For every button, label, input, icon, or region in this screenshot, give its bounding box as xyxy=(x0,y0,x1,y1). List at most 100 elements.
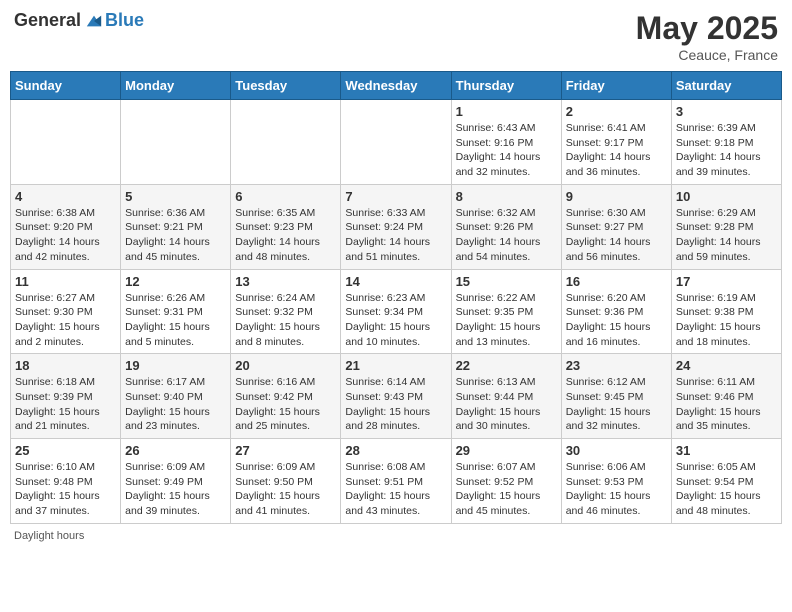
logo: General Blue xyxy=(14,10,144,31)
day-info: Sunrise: 6:41 AM Sunset: 9:17 PM Dayligh… xyxy=(566,121,667,180)
day-number: 18 xyxy=(15,358,116,373)
calendar-cell: 13 Sunrise: 6:24 AM Sunset: 9:32 PM Dayli… xyxy=(231,269,341,354)
calendar-cell: 29 Sunrise: 6:07 AM Sunset: 9:52 PM Dayli… xyxy=(451,439,561,524)
day-info: Sunrise: 6:30 AM Sunset: 9:27 PM Dayligh… xyxy=(566,206,667,265)
day-info: Sunrise: 6:11 AM Sunset: 9:46 PM Dayligh… xyxy=(676,375,777,434)
day-number: 26 xyxy=(125,443,226,458)
day-info: Sunrise: 6:23 AM Sunset: 9:34 PM Dayligh… xyxy=(345,291,446,350)
day-info: Sunrise: 6:06 AM Sunset: 9:53 PM Dayligh… xyxy=(566,460,667,519)
day-info: Sunrise: 6:09 AM Sunset: 9:49 PM Dayligh… xyxy=(125,460,226,519)
day-info: Sunrise: 6:17 AM Sunset: 9:40 PM Dayligh… xyxy=(125,375,226,434)
calendar-cell: 21 Sunrise: 6:14 AM Sunset: 9:43 PM Dayli… xyxy=(341,354,451,439)
calendar-cell: 20Sunrise: 6:16 AM Sunset: 9:42 PM Dayli… xyxy=(231,354,341,439)
day-info: Sunrise: 6:33 AM Sunset: 9:24 PM Dayligh… xyxy=(345,206,446,265)
footer-note: Daylight hours xyxy=(10,530,782,542)
weekday-header-friday: Friday xyxy=(561,72,671,100)
day-info: Sunrise: 6:05 AM Sunset: 9:54 PM Dayligh… xyxy=(676,460,777,519)
day-number: 31 xyxy=(676,443,777,458)
weekday-header-saturday: Saturday xyxy=(671,72,781,100)
day-number: 15 xyxy=(456,274,557,289)
day-info: Sunrise: 6:13 AM Sunset: 9:44 PM Dayligh… xyxy=(456,375,557,434)
day-number: 4 xyxy=(15,189,116,204)
day-number: 8 xyxy=(456,189,557,204)
day-info: Sunrise: 6:10 AM Sunset: 9:48 PM Dayligh… xyxy=(15,460,116,519)
day-number: 13 xyxy=(235,274,336,289)
calendar-cell: 15 Sunrise: 6:22 AM Sunset: 9:35 PM Dayli… xyxy=(451,269,561,354)
day-number: 21 xyxy=(345,358,446,373)
day-info: Sunrise: 6:38 AM Sunset: 9:20 PM Dayligh… xyxy=(15,206,116,265)
calendar-cell: 27 Sunrise: 6:09 AM Sunset: 9:50 PM Dayli… xyxy=(231,439,341,524)
calendar-cell: 11 Sunrise: 6:27 AM Sunset: 9:30 PM Dayli… xyxy=(11,269,121,354)
calendar-cell: 6 Sunrise: 6:35 AM Sunset: 9:23 PM Daylig… xyxy=(231,184,341,269)
calendar-cell xyxy=(121,100,231,185)
day-number: 12 xyxy=(125,274,226,289)
calendar-cell: 5 Sunrise: 6:36 AM Sunset: 9:21 PM Daylig… xyxy=(121,184,231,269)
calendar-cell: 28 Sunrise: 6:08 AM Sunset: 9:51 PM Dayli… xyxy=(341,439,451,524)
day-info: Sunrise: 6:09 AM Sunset: 9:50 PM Dayligh… xyxy=(235,460,336,519)
calendar-cell: 14 Sunrise: 6:23 AM Sunset: 9:34 PM Dayli… xyxy=(341,269,451,354)
weekday-header-thursday: Thursday xyxy=(451,72,561,100)
day-number: 22 xyxy=(456,358,557,373)
day-info: Sunrise: 6:08 AM Sunset: 9:51 PM Dayligh… xyxy=(345,460,446,519)
day-number: 7 xyxy=(345,189,446,204)
calendar-cell: 25 Sunrise: 6:10 AM Sunset: 9:48 PM Dayli… xyxy=(11,439,121,524)
day-number: 3 xyxy=(676,104,777,119)
day-number: 28 xyxy=(345,443,446,458)
calendar-cell: 12 Sunrise: 6:26 AM Sunset: 9:31 PM Dayli… xyxy=(121,269,231,354)
location-subtitle: Ceauce, France xyxy=(636,47,778,63)
day-number: 9 xyxy=(566,189,667,204)
day-number: 24 xyxy=(676,358,777,373)
day-number: 5 xyxy=(125,189,226,204)
day-number: 11 xyxy=(15,274,116,289)
day-info: Sunrise: 6:36 AM Sunset: 9:21 PM Dayligh… xyxy=(125,206,226,265)
day-info: Sunrise: 6:27 AM Sunset: 9:30 PM Dayligh… xyxy=(15,291,116,350)
calendar-cell: 7 Sunrise: 6:33 AM Sunset: 9:24 PM Daylig… xyxy=(341,184,451,269)
logo-icon xyxy=(85,12,103,30)
calendar-cell: 31 Sunrise: 6:05 AM Sunset: 9:54 PM Dayli… xyxy=(671,439,781,524)
calendar-cell: 26 Sunrise: 6:09 AM Sunset: 9:49 PM Dayli… xyxy=(121,439,231,524)
day-number: 20 xyxy=(235,358,336,373)
calendar-cell: 30 Sunrise: 6:06 AM Sunset: 9:53 PM Dayli… xyxy=(561,439,671,524)
day-info: Sunrise: 6:32 AM Sunset: 9:26 PM Dayligh… xyxy=(456,206,557,265)
title-block: May 2025 Ceauce, France xyxy=(636,10,778,63)
day-info: Sunrise: 6:35 AM Sunset: 9:23 PM Dayligh… xyxy=(235,206,336,265)
day-info: Sunrise: 6:24 AM Sunset: 9:32 PM Dayligh… xyxy=(235,291,336,350)
calendar-cell: 8 Sunrise: 6:32 AM Sunset: 9:26 PM Daylig… xyxy=(451,184,561,269)
day-number: 27 xyxy=(235,443,336,458)
day-info: Sunrise: 6:20 AM Sunset: 9:36 PM Dayligh… xyxy=(566,291,667,350)
day-number: 29 xyxy=(456,443,557,458)
day-number: 25 xyxy=(15,443,116,458)
calendar-cell: 19Sunrise: 6:17 AM Sunset: 9:40 PM Dayli… xyxy=(121,354,231,439)
day-info: Sunrise: 6:26 AM Sunset: 9:31 PM Dayligh… xyxy=(125,291,226,350)
calendar-week-0: 1Sunrise: 6:43 AM Sunset: 9:16 PM Daylig… xyxy=(11,100,782,185)
day-info: Sunrise: 6:14 AM Sunset: 9:43 PM Dayligh… xyxy=(345,375,446,434)
calendar-cell: 23Sunrise: 6:12 AM Sunset: 9:45 PM Dayli… xyxy=(561,354,671,439)
day-info: Sunrise: 6:22 AM Sunset: 9:35 PM Dayligh… xyxy=(456,291,557,350)
calendar-week-3: 18 Sunrise: 6:18 AM Sunset: 9:39 PM Dayli… xyxy=(11,354,782,439)
calendar-table: SundayMondayTuesdayWednesdayThursdayFrid… xyxy=(10,71,782,524)
day-info: Sunrise: 6:39 AM Sunset: 9:18 PM Dayligh… xyxy=(676,121,777,180)
calendar-cell: 24 Sunrise: 6:11 AM Sunset: 9:46 PM Dayli… xyxy=(671,354,781,439)
day-number: 17 xyxy=(676,274,777,289)
day-info: Sunrise: 6:12 AM Sunset: 9:45 PM Dayligh… xyxy=(566,375,667,434)
weekday-header-wednesday: Wednesday xyxy=(341,72,451,100)
day-info: Sunrise: 6:18 AM Sunset: 9:39 PM Dayligh… xyxy=(15,375,116,434)
day-number: 2 xyxy=(566,104,667,119)
page-header: General Blue May 2025 Ceauce, France xyxy=(10,10,782,63)
calendar-cell: 3 Sunrise: 6:39 AM Sunset: 9:18 PM Daylig… xyxy=(671,100,781,185)
day-info: Sunrise: 6:29 AM Sunset: 9:28 PM Dayligh… xyxy=(676,206,777,265)
calendar-cell: 22 Sunrise: 6:13 AM Sunset: 9:44 PM Dayli… xyxy=(451,354,561,439)
day-info: Sunrise: 6:07 AM Sunset: 9:52 PM Dayligh… xyxy=(456,460,557,519)
day-number: 16 xyxy=(566,274,667,289)
day-number: 6 xyxy=(235,189,336,204)
calendar-cell: 1Sunrise: 6:43 AM Sunset: 9:16 PM Daylig… xyxy=(451,100,561,185)
day-number: 14 xyxy=(345,274,446,289)
logo-text-blue: Blue xyxy=(105,10,144,31)
calendar-cell xyxy=(341,100,451,185)
weekday-header-monday: Monday xyxy=(121,72,231,100)
weekday-header-row: SundayMondayTuesdayWednesdayThursdayFrid… xyxy=(11,72,782,100)
calendar-week-1: 4 Sunrise: 6:38 AM Sunset: 9:20 PM Daylig… xyxy=(11,184,782,269)
weekday-header-sunday: Sunday xyxy=(11,72,121,100)
day-number: 30 xyxy=(566,443,667,458)
calendar-week-4: 25 Sunrise: 6:10 AM Sunset: 9:48 PM Dayli… xyxy=(11,439,782,524)
